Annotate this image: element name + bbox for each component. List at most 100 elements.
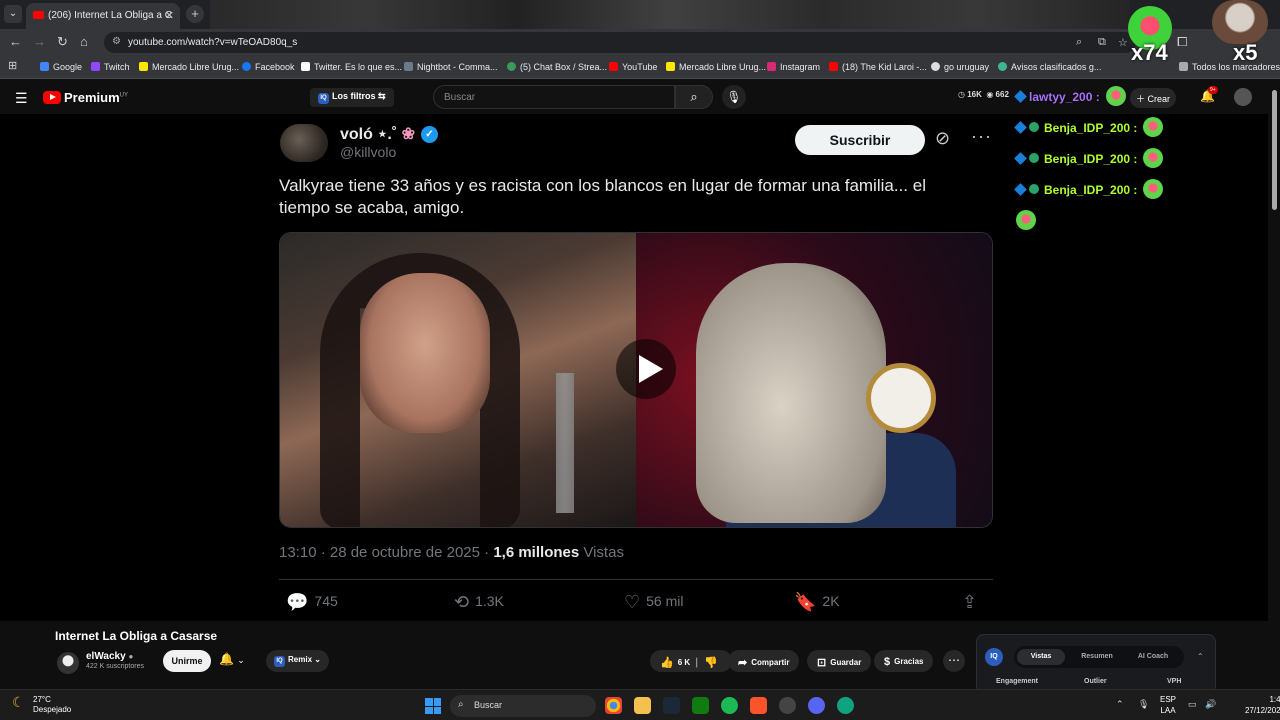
bookmark-nightbot[interactable]: Nightbot - Comma... (404, 62, 498, 72)
thanks-button[interactable]: $ Gracias (874, 650, 934, 672)
grok-icon[interactable]: ⊘ (935, 128, 950, 149)
more-options-icon[interactable]: ··· (971, 126, 992, 147)
language-indicator[interactable]: ESP LAA (1160, 694, 1176, 716)
bookmark-twitter[interactable]: Twitter. Es lo que es... (301, 62, 402, 72)
chat-line: Benja_IDP_200 : (1014, 179, 1181, 210)
tab-vistas[interactable]: Vistas (1017, 649, 1065, 665)
bookmark-twitch[interactable]: Twitch (91, 62, 130, 72)
column-outlier: Outlier (1084, 678, 1107, 685)
tab-search-button[interactable]: ⌄ (4, 5, 22, 23)
emote-icon (1105, 86, 1126, 106)
bookmark-action[interactable]: 🔖 2K (794, 592, 840, 613)
address-bar[interactable]: ⚙ youtube.com/watch?v=wTeOAD80q_s ⌕ ⧉ ☆ (104, 32, 1136, 53)
site-info-icon[interactable]: ⚙ (112, 36, 121, 47)
like-button[interactable]: 👍 6 K │ 👎 (650, 650, 732, 672)
join-button[interactable]: Unirme (163, 650, 211, 672)
system-clock[interactable]: 1:4227/12/2025 (1245, 694, 1280, 716)
forward-icon[interactable]: → (33, 34, 46, 49)
bookmark-go-uruguay[interactable]: go uruguay (931, 62, 989, 72)
bookmarks-folder[interactable]: Todos los marcadores (1179, 62, 1280, 72)
home-icon[interactable]: ⌂ (80, 34, 88, 49)
remix-button[interactable]: IQ Remix ⌄ (266, 650, 329, 672)
tab-ai-coach[interactable]: AI Coach (1126, 649, 1180, 665)
account-avatar[interactable] (1234, 88, 1252, 106)
apps-grid-icon[interactable]: ⊞ (8, 59, 17, 72)
new-tab-button[interactable]: + (186, 5, 204, 23)
bookmark-facebook[interactable]: Facebook (242, 62, 295, 72)
back-icon[interactable]: ← (9, 34, 22, 49)
notification-badge: 9+ (1208, 86, 1218, 94)
bookmark-google[interactable]: Google (40, 62, 82, 72)
bookmark-instagram[interactable]: Instagram (767, 62, 820, 72)
bookmark-youtube[interactable]: YouTube (609, 62, 657, 72)
verified-badge-icon: ✓ (420, 126, 438, 143)
zoom-icon[interactable]: ⌕ (1076, 36, 1082, 49)
tray-overflow-icon[interactable]: ⌃ (1116, 699, 1124, 710)
reload-icon[interactable]: ↻ (57, 34, 68, 50)
bookmark-mercadolibre-2[interactable]: Mercado Libre Urug... (666, 62, 766, 72)
volume-icon[interactable]: 🔊 (1205, 699, 1216, 710)
youtube-premium-logo[interactable]: PremiumUY (43, 90, 128, 105)
tab-resumen[interactable]: Resumen (1072, 649, 1122, 665)
search-input[interactable]: Buscar (433, 85, 675, 109)
post-timestamp: 13:10 · 28 de octubre de 2025 · 1,6 mill… (279, 544, 624, 561)
channel-avatar[interactable] (57, 652, 79, 674)
post-text: Valkyrae tiene 33 años y es racista con … (279, 176, 926, 217)
voice-search-button[interactable]: 🎙 (722, 85, 746, 109)
spotify-icon[interactable] (721, 697, 738, 714)
tweet-post: voló ⋆.˚ ❀ ✓ @killvolo Suscribir ⊘ ··· Va… (268, 114, 1008, 621)
save-button[interactable]: ⊡ Guardar (807, 650, 872, 672)
install-icon[interactable]: ⧉ (1098, 36, 1106, 49)
repost-action[interactable]: ⟲ 1.3K (454, 592, 504, 613)
share-button[interactable]: ➦ Compartir (728, 650, 800, 672)
share-action[interactable]: ⇪ (962, 592, 983, 613)
microphone-icon: 🎙 (726, 90, 742, 104)
chrome-icon[interactable] (605, 697, 622, 714)
tab-close-icon[interactable]: ✕ (165, 9, 174, 22)
bookmark-star-icon[interactable]: ☆ (1118, 36, 1128, 49)
microphone-tray-icon[interactable]: 🎙 (1138, 699, 1149, 710)
youtube-favicon-icon (33, 11, 44, 19)
bookmark-chatbox[interactable]: (5) Chat Box / Strea... (507, 62, 607, 72)
channel-name[interactable]: elWacky ● (86, 651, 133, 662)
white-rabbit-image (636, 233, 992, 527)
bookmark-mercadolibre-1[interactable]: Mercado Libre Urug... (139, 62, 239, 72)
like-action[interactable]: ♡ 56 mil (624, 592, 684, 613)
filters-button[interactable]: IQ Los filtros ⇆ (310, 88, 394, 107)
more-actions-icon[interactable]: ⋯ (943, 650, 965, 672)
collapse-chevron-icon[interactable]: ⌃ (1197, 652, 1204, 661)
decorative-header-art (210, 0, 1130, 29)
page-scrollbar[interactable] (1268, 80, 1280, 689)
emote-icon (1016, 210, 1036, 230)
subscribe-button[interactable]: Suscribir (795, 125, 925, 155)
bookmark-avisos[interactable]: Avisos clasificados g... (998, 62, 1101, 72)
post-avatar (280, 124, 328, 162)
verified-check-icon: ● (128, 652, 134, 661)
file-explorer-icon[interactable] (634, 697, 651, 714)
taskbar-search[interactable]: ⌕ Buscar (450, 695, 596, 717)
reply-action[interactable]: 💬 745 (286, 592, 338, 613)
notification-dropdown[interactable]: 🔔 ⌄ (219, 652, 245, 666)
brave-icon[interactable] (750, 697, 767, 714)
browser-tab-active[interactable]: (206) Internet La Obliga a C ✕ (26, 3, 180, 29)
app-icon[interactable] (779, 697, 796, 714)
chatgpt-icon[interactable] (837, 697, 854, 714)
xbox-icon[interactable] (692, 697, 709, 714)
notifications-bell-icon[interactable]: 🔔 9+ (1200, 86, 1218, 103)
scrollbar-thumb[interactable] (1272, 90, 1277, 210)
network-icon[interactable]: ▭ (1188, 699, 1197, 710)
bookmark-kid-laroi[interactable]: (18) The Kid Laroi -... (829, 62, 927, 72)
discord-icon[interactable] (808, 697, 825, 714)
thanks-icon: $ (884, 656, 891, 668)
post-media[interactable] (279, 232, 993, 528)
overlay-avatar-icon (1212, 0, 1268, 44)
search-icon: ⌕ (690, 89, 698, 104)
extensions-icon[interactable]: ⧠ (1177, 34, 1187, 50)
windows-start-icon[interactable] (425, 698, 441, 714)
play-icon[interactable] (616, 339, 676, 399)
search-button[interactable]: ⌕ (675, 85, 713, 109)
steam-icon[interactable] (663, 697, 680, 714)
bookmarks-bar: ⊞ Google Twitch Mercado Libre Urug... Fa… (0, 55, 1280, 79)
url-text: youtube.com/watch?v=wTeOAD80q_s (128, 37, 298, 48)
hamburger-menu-icon[interactable]: ☰ (15, 90, 28, 107)
